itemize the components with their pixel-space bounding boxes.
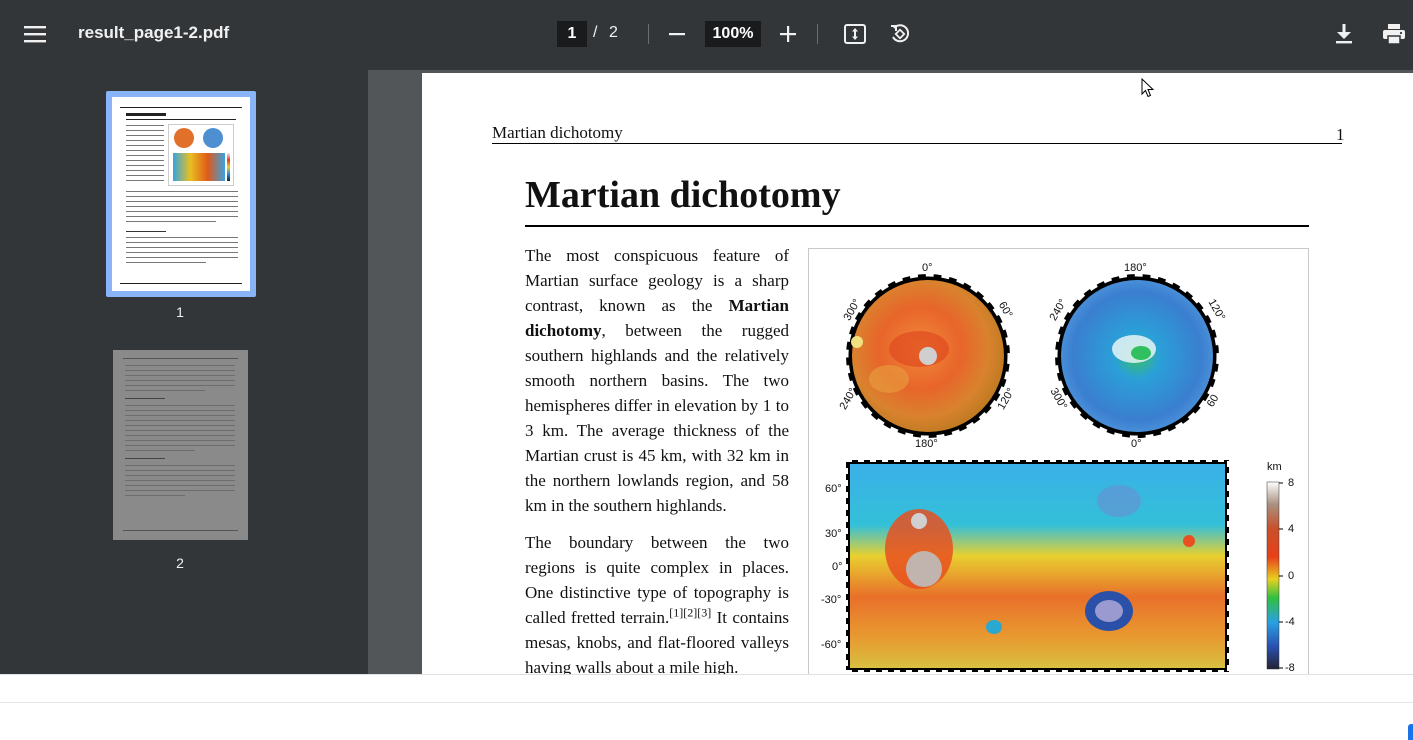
download-icon [1336,24,1352,44]
running-head: Martian dichotomy [492,123,623,142]
map-lat-label: 0° [832,561,843,573]
pdf-toolbar: result_page1-2.pdf 1 / 2 100% [0,0,1413,70]
rotate-icon [891,24,910,43]
bottom-panel [0,674,1413,740]
file-name: result_page1-2.pdf [78,23,230,42]
citation-links[interactable]: [1][2][3] [669,605,711,619]
mars-topography-figure: 0° 300° 60° 240° 120° 180° 180° 240° 120… [808,248,1309,674]
colorbar-tick: 8 [1288,477,1295,489]
running-page-number: 1 [1336,125,1345,144]
thumbnail-label-1: 1 [176,304,184,320]
zoom-in-button[interactable] [770,16,806,52]
page-separator: / [593,24,598,41]
globe1-label-bottom: 180° [915,438,938,450]
colorbar-tick: -8 [1285,662,1295,674]
thumbnail-label-2: 2 [176,555,184,571]
header-rule [492,143,1342,144]
rotate-button[interactable] [882,16,918,52]
total-pages: 2 [609,24,618,41]
globe2-label-bottom: 0° [1131,438,1142,450]
bottom-divider [0,702,1413,703]
hamburger-menu-icon [24,26,46,43]
map-lat-label: -30° [821,594,842,606]
plus-icon [780,26,796,42]
current-page-input[interactable]: 1 [557,21,587,47]
globe1-label-top: 0° [922,262,933,274]
print-button[interactable] [1376,16,1412,52]
title-rule [525,225,1309,227]
toolbar-divider [817,24,818,44]
zoom-input[interactable]: 100% [705,21,761,47]
toolbar-divider [648,24,649,44]
map-lat-label: -60° [821,639,842,651]
colorbar-tick: 4 [1288,523,1295,535]
minus-icon [669,33,685,36]
edge-accent [1408,724,1413,740]
fit-page-button[interactable] [837,16,873,52]
pdf-page-1: Martian dichotomy 1 Martian dichotomy Th… [422,73,1413,674]
body-text: The most conspicuous feature of Martian … [525,243,789,674]
download-button[interactable] [1326,16,1362,52]
paragraph-2: The boundary between the two regions is … [525,533,789,674]
colorbar-unit: km [1267,461,1282,473]
menu-button[interactable] [17,16,53,52]
colorbar-tick: 0 [1288,570,1295,582]
thumbnail-page-1-preview [112,97,250,291]
zoom-out-button[interactable] [659,16,695,52]
document-title: Martian dichotomy [525,174,841,216]
map-lat-label: 30° [825,528,842,540]
print-icon [1383,24,1405,44]
thumbnail-page-1[interactable] [106,91,256,297]
thumbnail-sidebar: 1 2 [0,70,368,674]
mouse-cursor-icon [1141,78,1155,98]
globe2-label-top: 180° [1124,262,1147,274]
document-viewer[interactable]: Martian dichotomy 1 Martian dichotomy Th… [368,70,1413,674]
thumbnail-page-2[interactable] [113,350,248,540]
fit-page-icon [844,24,866,44]
map-lat-label: 60° [825,483,842,495]
paragraph-1: The most conspicuous feature of Martian … [525,246,789,515]
colorbar-tick: -4 [1285,616,1295,628]
